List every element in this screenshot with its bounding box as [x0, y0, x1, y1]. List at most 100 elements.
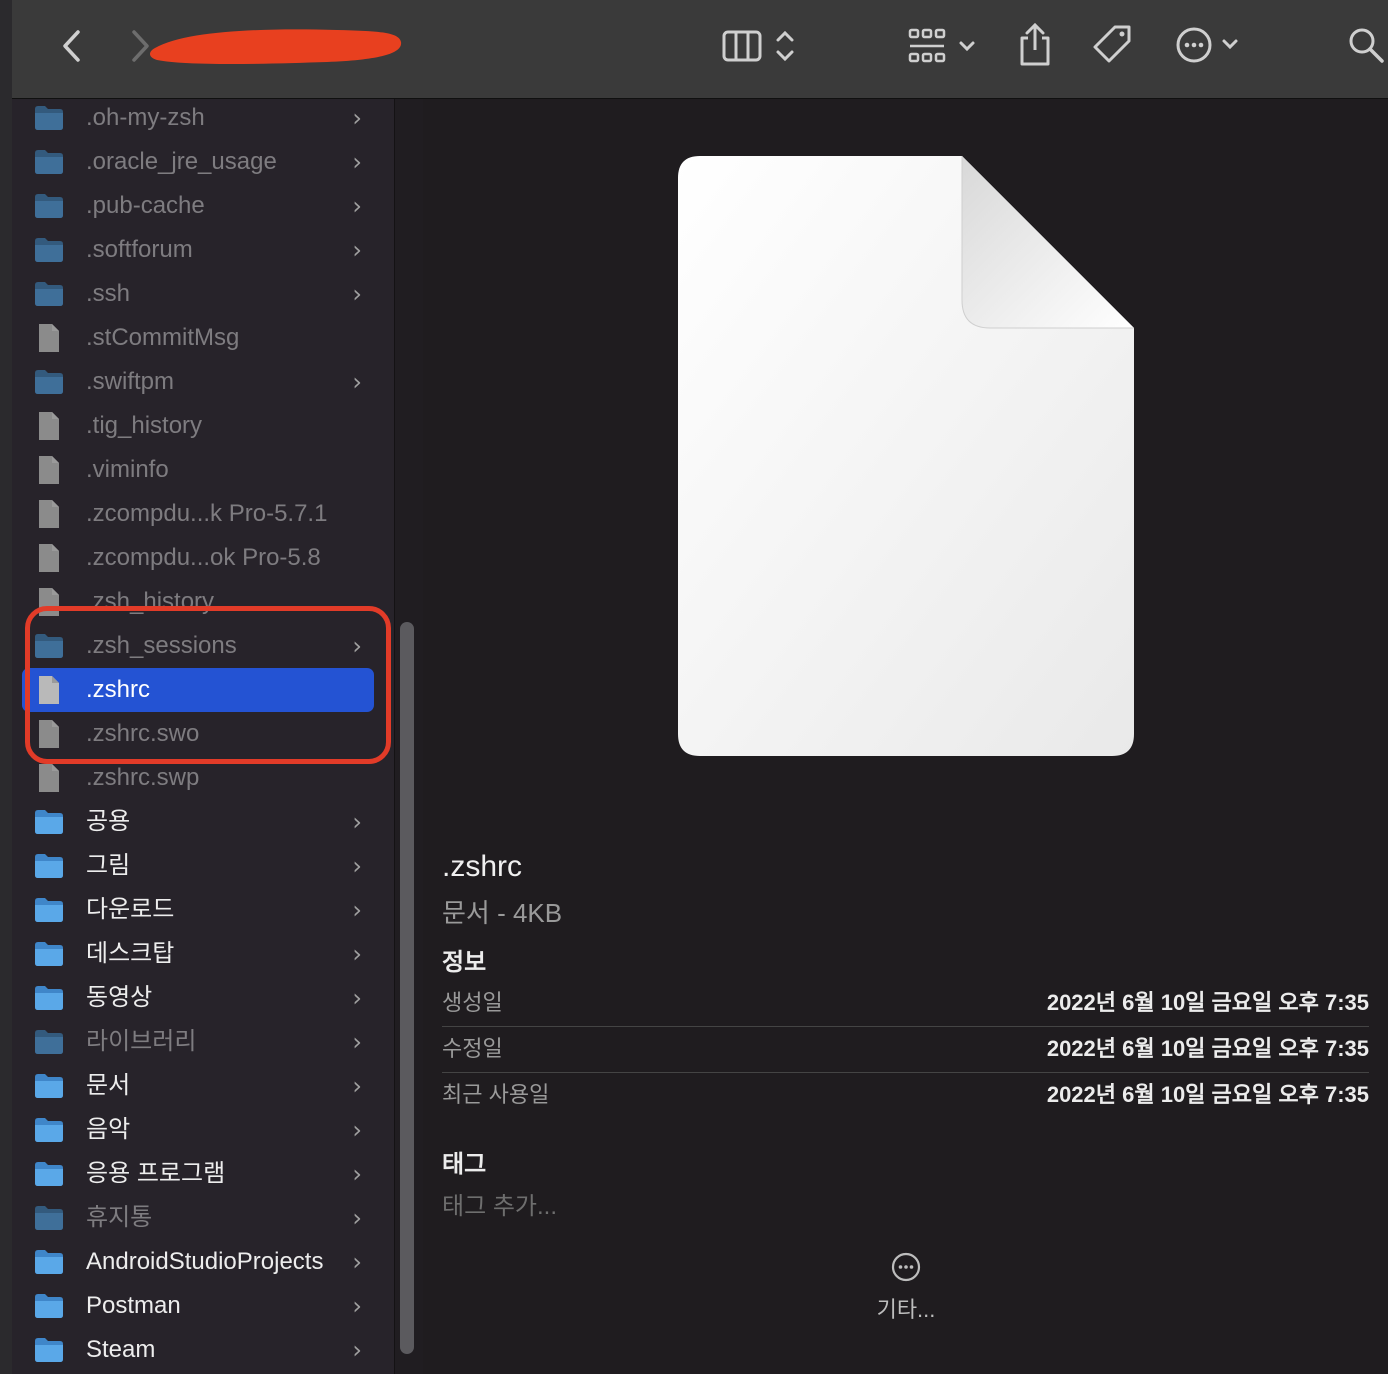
chevron-right-icon: › — [352, 192, 362, 220]
sidebar-item-label: .softforum — [86, 236, 193, 263]
file-icon — [34, 499, 64, 528]
sidebar-item-label: .pub-cache — [86, 192, 205, 219]
search-icon — [1349, 28, 1384, 63]
chevron-right-icon: › — [352, 1072, 362, 1100]
sidebar-item-label: 그림 — [86, 852, 131, 879]
sidebar-item-label: 문서 — [86, 1072, 131, 1099]
chevron-right-icon: › — [352, 1116, 362, 1144]
sidebar-item-label: .zcompdu...ok Pro-5.8 — [86, 544, 321, 571]
sidebar-item-label: .zcompdu...k Pro-5.7.1 — [86, 500, 328, 527]
action-button[interactable] — [1172, 20, 1242, 70]
sidebar-item-oracle-jre-usage[interactable]: .oracle_jre_usage › — [22, 140, 374, 184]
more-button[interactable]: 기타... — [862, 1250, 950, 1324]
info-label: 수정일 — [442, 1036, 503, 1061]
chevron-right-icon: › — [352, 1292, 362, 1320]
folder-icon — [34, 237, 64, 263]
folder-icon — [34, 941, 64, 967]
sidebar-item-oh-my-zsh[interactable]: .oh-my-zsh › — [22, 96, 374, 140]
folder-icon — [34, 149, 64, 175]
chevron-right-icon: › — [352, 1248, 362, 1276]
sidebar-item-item-25[interactable]: 휴지통 › — [22, 1196, 374, 1240]
add-tag-field[interactable]: 태그 추가... — [442, 1186, 557, 1221]
ellipsis-circle-icon — [1176, 27, 1238, 63]
sidebar-item-zcompdu-k-pro-5-7-1[interactable]: .zcompdu...k Pro-5.7.1 — [22, 492, 374, 536]
chevron-right-icon: › — [352, 808, 362, 836]
file-icon — [34, 543, 64, 572]
more-label: 기타... — [876, 1297, 936, 1322]
sidebar-item-tig-history[interactable]: .tig_history — [22, 404, 374, 448]
sidebar-item-item-24[interactable]: 응용 프로그램 › — [22, 1152, 374, 1196]
chevron-right-icon: › — [352, 1028, 362, 1056]
info-row-last-opened: 최근 사용일 2022년 6월 10일 금요일 오후 7:35 — [442, 1072, 1369, 1118]
group-button[interactable] — [904, 22, 984, 70]
folder-icon — [34, 105, 64, 131]
folder-icon — [34, 1029, 64, 1055]
toolbar — [12, 0, 1388, 99]
file-icon — [34, 323, 64, 352]
share-button[interactable] — [1012, 20, 1058, 70]
tag-icon — [1093, 25, 1131, 63]
folder-icon — [34, 281, 64, 307]
sidebar-item-label: Postman — [86, 1292, 181, 1319]
view-mode-button[interactable] — [718, 22, 810, 70]
chevron-right-icon: › — [352, 984, 362, 1012]
sidebar-item-stcommitmsg[interactable]: .stCommitMsg — [22, 316, 374, 360]
sidebar-item-label: Steam — [86, 1336, 156, 1363]
sidebar-item-item-18[interactable]: 다운로드 › — [22, 888, 374, 932]
back-button[interactable] — [52, 26, 92, 66]
sidebar-item-steam[interactable]: Steam › — [22, 1328, 374, 1372]
sidebar-item-swiftpm[interactable]: .swiftpm › — [22, 360, 374, 404]
folder-icon — [34, 1249, 64, 1275]
sidebar-item-item-20[interactable]: 동영상 › — [22, 976, 374, 1020]
file-icon — [34, 455, 64, 484]
sidebar-item-viminfo[interactable]: .viminfo — [22, 448, 374, 492]
sidebar-item-postman[interactable]: Postman › — [22, 1284, 374, 1328]
sidebar-item-pub-cache[interactable]: .pub-cache › — [22, 184, 374, 228]
sidebar-item-label: 라이브러리 — [86, 1028, 197, 1055]
folder-icon — [34, 1205, 64, 1231]
info-heading: 정보 — [442, 949, 487, 976]
chevron-right-icon: › — [352, 852, 362, 880]
scrollbar-thumb[interactable] — [400, 622, 414, 1354]
sidebar-item-item-17[interactable]: 그림 › — [22, 844, 374, 888]
info-label: 생성일 — [442, 990, 503, 1015]
sidebar-item-item-22[interactable]: 문서 › — [22, 1064, 374, 1108]
folder-icon — [34, 897, 64, 923]
tags-heading: 태그 — [442, 1151, 487, 1178]
folder-icon — [34, 1117, 64, 1143]
chevron-left-icon — [63, 30, 80, 62]
sidebar-item-label: 동영상 — [86, 984, 153, 1011]
sidebar-item-label: .oracle_jre_usage — [86, 148, 277, 175]
sidebar-item-softforum[interactable]: .softforum › — [22, 228, 374, 272]
sidebar-item-zcompdu-ok-pro-5-8[interactable]: .zcompdu...ok Pro-5.8 — [22, 536, 374, 580]
folder-icon — [34, 1337, 64, 1363]
sidebar-item-label: .stCommitMsg — [86, 324, 240, 351]
sidebar-item-label: 응용 프로그램 — [86, 1160, 226, 1187]
redaction-mark — [150, 29, 402, 64]
chevron-right-icon: › — [352, 148, 362, 176]
info-label: 최근 사용일 — [442, 1082, 550, 1107]
sidebar-item-androidstudioprojects[interactable]: AndroidStudioProjects › — [22, 1240, 374, 1284]
sidebar-item-label: 다운로드 — [86, 896, 175, 923]
sidebar-item-ssh[interactable]: .ssh › — [22, 272, 374, 316]
folder-icon — [34, 985, 64, 1011]
sidebar-item-label: 음악 — [86, 1116, 131, 1143]
sidebar-item-label: .swiftpm — [86, 368, 175, 395]
sidebar-item-label: .ssh — [86, 280, 131, 307]
chevron-right-icon: › — [352, 940, 362, 968]
search-button[interactable] — [1344, 20, 1388, 70]
ellipsis-circle-icon — [891, 1252, 921, 1282]
folder-icon — [34, 1073, 64, 1099]
sidebar-item-item-16[interactable]: 공용 › — [22, 800, 374, 844]
document-preview-icon — [678, 156, 1134, 756]
chevron-right-icon: › — [352, 104, 362, 132]
sidebar-item-label: 데스크탑 — [86, 940, 175, 967]
sidebar-item-label: 휴지통 — [86, 1204, 153, 1231]
tag-button[interactable] — [1090, 20, 1136, 70]
sidebar-item-item-23[interactable]: 음악 › — [22, 1108, 374, 1152]
annotation-highlight-box — [25, 606, 391, 764]
sidebar-item-item-21[interactable]: 라이브러리 › — [22, 1020, 374, 1064]
sidebar-item-item-19[interactable]: 데스크탑 › — [22, 932, 374, 976]
folder-icon — [34, 809, 64, 835]
sidebar-item-label: .oh-my-zsh — [86, 104, 205, 131]
